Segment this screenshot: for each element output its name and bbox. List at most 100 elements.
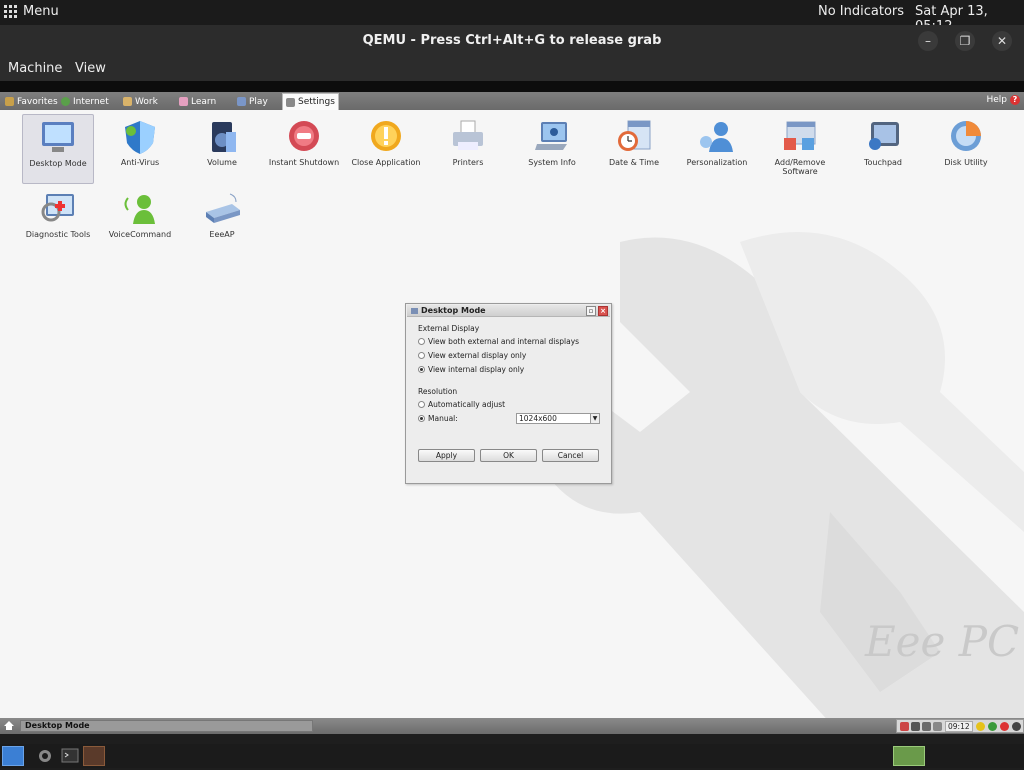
app-printers[interactable]: Printers (432, 114, 504, 184)
settings-dock-icon[interactable] (34, 746, 56, 766)
app-label: Disk Utility (944, 158, 988, 167)
app-instant-shutdown[interactable]: Instant Shutdown (268, 114, 340, 184)
touchpad-icon (869, 122, 899, 150)
tab-work[interactable]: Work (120, 94, 161, 109)
system-tray: 09:12 (896, 719, 1024, 733)
help-label: Help (986, 95, 1007, 105)
app-desktop-mode[interactable]: Desktop Mode (22, 114, 94, 184)
voice-icon (124, 195, 155, 224)
tab-learn[interactable]: Learn (176, 94, 219, 109)
app-anti-virus[interactable]: Anti-Virus (104, 114, 176, 184)
radio-indicator (418, 401, 425, 408)
app-diagnostic-tools[interactable]: Diagnostic Tools (22, 186, 94, 256)
update-icon[interactable] (988, 722, 997, 731)
tab-label: Settings (298, 97, 335, 107)
guest-screen: Eee PC Favorites Internet Work Learn Pla… (0, 92, 1024, 734)
app-label: Date & Time (608, 158, 660, 167)
dialog-maximize-button[interactable]: ▫ (586, 306, 596, 316)
calendar-clock-icon (618, 120, 651, 151)
app-date-time[interactable]: Date & Time (598, 114, 670, 184)
network-icon[interactable] (900, 722, 909, 731)
close-button[interactable]: ✕ (992, 31, 1012, 51)
tab-favorites[interactable]: Favorites (2, 94, 61, 109)
volume-tray-icon[interactable] (933, 722, 942, 731)
app-label: Personalization (686, 158, 748, 167)
radio-view-internal[interactable]: View internal display only (418, 365, 524, 374)
host-menu-label: Menu (23, 4, 59, 19)
keyboard-icon[interactable] (922, 722, 931, 731)
radio-label: Automatically adjust (428, 400, 506, 409)
category-tabbar: Favorites Internet Work Learn Play Setti… (0, 92, 1024, 110)
alert-icon[interactable] (1000, 722, 1009, 731)
warning-icon (371, 121, 401, 151)
laptop-info-icon (535, 122, 567, 150)
app-eeeap[interactable]: EeeAP (186, 186, 258, 256)
home-icon[interactable] (4, 721, 14, 730)
app-volume[interactable]: Volume (186, 114, 258, 184)
eee-pc-brand: Eee PC (865, 617, 1020, 666)
app-label: Touchpad (863, 158, 903, 167)
terminal-dock-icon[interactable] (59, 746, 81, 766)
tab-label: Learn (191, 96, 217, 107)
menu-view[interactable]: View (75, 61, 106, 76)
ok-button[interactable]: OK (480, 449, 537, 462)
tab-settings[interactable]: Settings (282, 93, 339, 110)
host-top-panel: Menu No Indicators Sat Apr 13, 05:12 (0, 0, 1024, 34)
gamepad-icon (237, 97, 246, 106)
apply-button[interactable]: Apply (418, 449, 475, 462)
tab-play[interactable]: Play (234, 94, 271, 109)
help-icon: ? (1010, 95, 1020, 105)
radio-view-external[interactable]: View external display only (418, 351, 526, 360)
tab-label: Internet (73, 96, 109, 107)
app-label: Anti-Virus (120, 158, 160, 167)
app-label: Close Application (351, 158, 421, 167)
external-display-label: External Display (418, 324, 480, 333)
maximize-button[interactable]: ❐ (955, 31, 975, 51)
software-icon (784, 121, 816, 150)
minimize-button[interactable]: – (918, 31, 938, 51)
cancel-button[interactable]: Cancel (542, 449, 599, 462)
help-button[interactable]: Help ? (986, 95, 1020, 105)
guest-border (0, 81, 1024, 92)
menu-machine[interactable]: Machine (8, 61, 62, 76)
qemu-window-task[interactable] (893, 746, 925, 766)
tray-clock[interactable]: 09:12 (945, 721, 973, 732)
resolution-dropdown[interactable]: 1024x600 ▼ (516, 413, 600, 424)
radio-manual[interactable]: Manual: (418, 414, 458, 423)
dialog-titlebar[interactable]: Desktop Mode ▫ × (407, 305, 610, 317)
window-title: QEMU - Press Ctrl+Alt+G to release grab (362, 33, 662, 48)
tab-internet[interactable]: Internet (58, 94, 112, 109)
battery-icon[interactable] (911, 722, 920, 731)
app-label: Printers (452, 158, 484, 167)
app-personalization[interactable]: Personalization (681, 114, 753, 184)
radio-view-both[interactable]: View both external and internal displays (418, 337, 579, 346)
desktop-mode-dialog: Desktop Mode ▫ × External Display View b… (405, 303, 612, 484)
tab-label: Work (135, 96, 158, 107)
power-tray-icon[interactable] (1012, 722, 1021, 731)
qemu-menubar: Machine View (0, 57, 1024, 81)
app-close-application[interactable]: Close Application (350, 114, 422, 184)
dialog-close-button[interactable]: × (598, 306, 608, 316)
radio-indicator (418, 352, 425, 359)
host-menu-button[interactable]: Menu (4, 4, 59, 19)
taskbar-item-desktop-mode[interactable]: Desktop Mode (20, 720, 313, 732)
app-touchpad[interactable]: Touchpad (847, 114, 919, 184)
chevron-down-icon: ▼ (590, 414, 599, 423)
app-label: EeeAP (209, 230, 235, 239)
app-label: Add/Remove Software (774, 158, 826, 176)
app-voicecommand[interactable]: VoiceCommand (104, 186, 176, 256)
app-system-info[interactable]: System Info (516, 114, 588, 184)
shield-icon (125, 121, 155, 154)
radio-label: View internal display only (428, 365, 525, 374)
radio-indicator (418, 338, 425, 345)
app-disk-utility[interactable]: Disk Utility (930, 114, 1002, 184)
app-label: Diagnostic Tools (25, 230, 91, 239)
tab-label: Play (249, 96, 268, 107)
show-desktop-icon[interactable] (2, 746, 24, 766)
radio-auto-adjust[interactable]: Automatically adjust (418, 400, 505, 409)
indicators-label[interactable]: No Indicators (818, 4, 904, 19)
smiley-icon[interactable] (976, 722, 985, 731)
qemu-dock-icon[interactable] (83, 746, 105, 766)
radio-indicator-selected (418, 415, 425, 422)
app-add-remove-software[interactable]: Add/Remove Software (764, 114, 836, 184)
